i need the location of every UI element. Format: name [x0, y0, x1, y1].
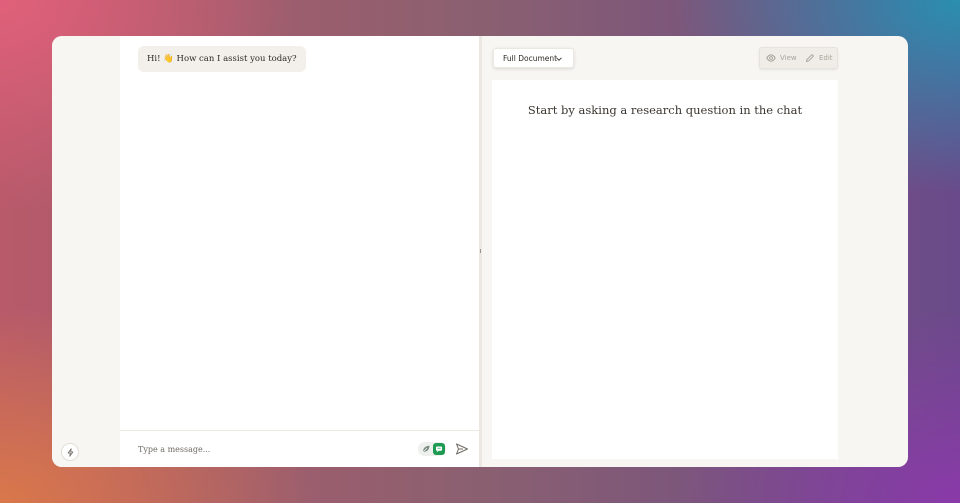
edit-button[interactable]: Edit: [805, 48, 833, 68]
toggle-knob: [433, 443, 445, 455]
document-empty-hint: Start by asking a research question in t…: [527, 103, 803, 117]
leaf-icon: [422, 445, 430, 453]
view-button-label: View: [780, 54, 797, 62]
mode-toggle[interactable]: [418, 442, 446, 456]
chat-icon: [435, 446, 443, 453]
document-view-select[interactable]: Full Document: [493, 48, 574, 68]
document-view-select-label: Full Document: [503, 53, 558, 63]
eye-icon: [766, 54, 776, 62]
chat-input-bar: [120, 430, 479, 467]
chat-panel: Hi! 👋 How can I assist you today?: [120, 36, 479, 467]
document-panel: Start by asking a research question in t…: [492, 80, 838, 459]
view-edit-toggle: View Edit: [759, 47, 838, 69]
edit-button-label: Edit: [819, 54, 833, 62]
view-button[interactable]: View: [766, 48, 797, 68]
app-window: Hi! 👋 How can I assist you today? Type a…: [52, 36, 908, 467]
assistant-message: Hi! 👋 How can I assist you today?: [138, 46, 306, 72]
send-icon[interactable]: [455, 442, 469, 456]
bolt-icon: [67, 447, 73, 457]
message-input[interactable]: [138, 441, 398, 457]
left-rail: [52, 36, 120, 467]
quick-action-button[interactable]: [61, 443, 79, 461]
resizer-handle[interactable]: [480, 249, 481, 253]
pencil-icon: [806, 54, 814, 62]
chevron-down-icon: [556, 57, 562, 61]
